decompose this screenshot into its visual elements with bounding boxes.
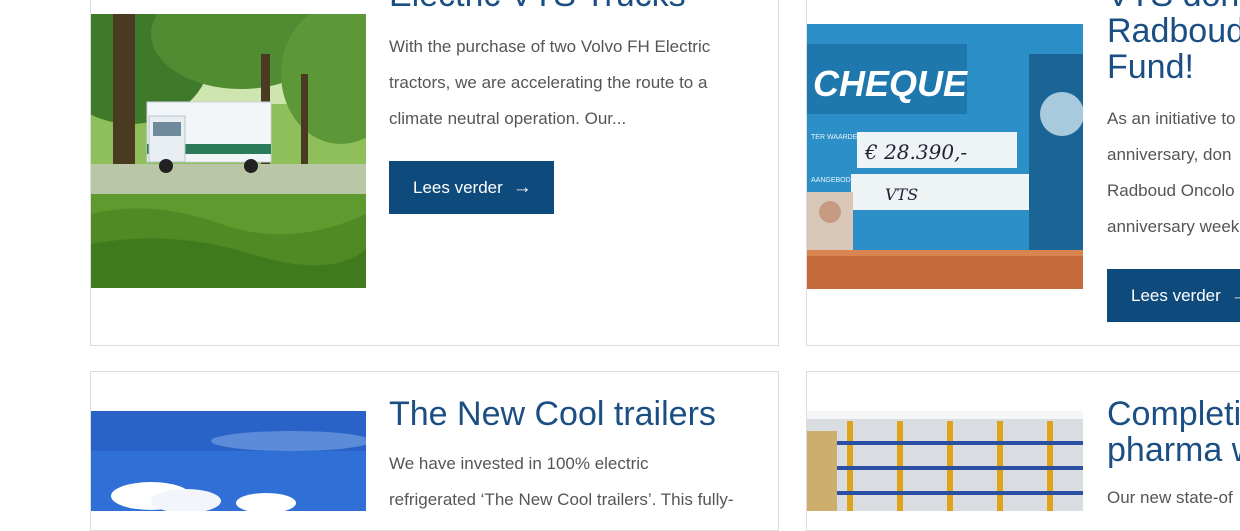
post-image-warehouse[interactable] bbox=[807, 411, 1083, 511]
post-card-pharma: Completi pharma w Our new state-of bbox=[806, 371, 1240, 531]
post-card-new-cool-trailers: The New Cool trailers We have invested i… bbox=[90, 371, 779, 531]
post-title[interactable]: Completi pharma w bbox=[1107, 396, 1240, 468]
post-excerpt: We have invested in 100% electric refrig… bbox=[389, 454, 734, 509]
post-image-electric-truck[interactable] bbox=[91, 14, 366, 288]
read-more-button[interactable]: Lees verder → bbox=[389, 161, 554, 214]
post-card-electric-trucks: Electric VTS Trucks With the purchase of… bbox=[90, 0, 779, 346]
cheque-amount: € 28.390,- bbox=[864, 140, 967, 164]
post-image-cheque[interactable]: CHEQUE TER WAARDE VAN: € 28.390,- AANGEB… bbox=[807, 14, 1083, 289]
read-more-button[interactable]: Lees verder → bbox=[1107, 269, 1240, 322]
cheque-offered-by: VTS bbox=[885, 185, 918, 204]
post-excerpt: Our new state-of bbox=[1107, 488, 1233, 507]
post-card-radboud: CHEQUE TER WAARDE VAN: € 28.390,- AANGEB… bbox=[806, 0, 1240, 346]
post-excerpt: With the purchase of two Volvo FH Electr… bbox=[389, 37, 711, 128]
post-image-sky[interactable] bbox=[91, 411, 366, 511]
arrow-right-icon: → bbox=[512, 176, 532, 198]
cheque-word: CHEQUE bbox=[813, 63, 968, 104]
read-more-label: Lees verder bbox=[413, 177, 503, 197]
read-more-label: Lees verder bbox=[1131, 285, 1221, 305]
post-title[interactable]: VTS dona Radboud Fund! bbox=[1107, 0, 1240, 85]
post-title[interactable]: The New Cool trailers bbox=[389, 396, 716, 432]
arrow-right-icon: → bbox=[1231, 285, 1240, 307]
post-excerpt: As an initiative to anniversary, don Rad… bbox=[1107, 109, 1240, 236]
post-title[interactable]: Electric VTS Trucks bbox=[389, 0, 686, 13]
